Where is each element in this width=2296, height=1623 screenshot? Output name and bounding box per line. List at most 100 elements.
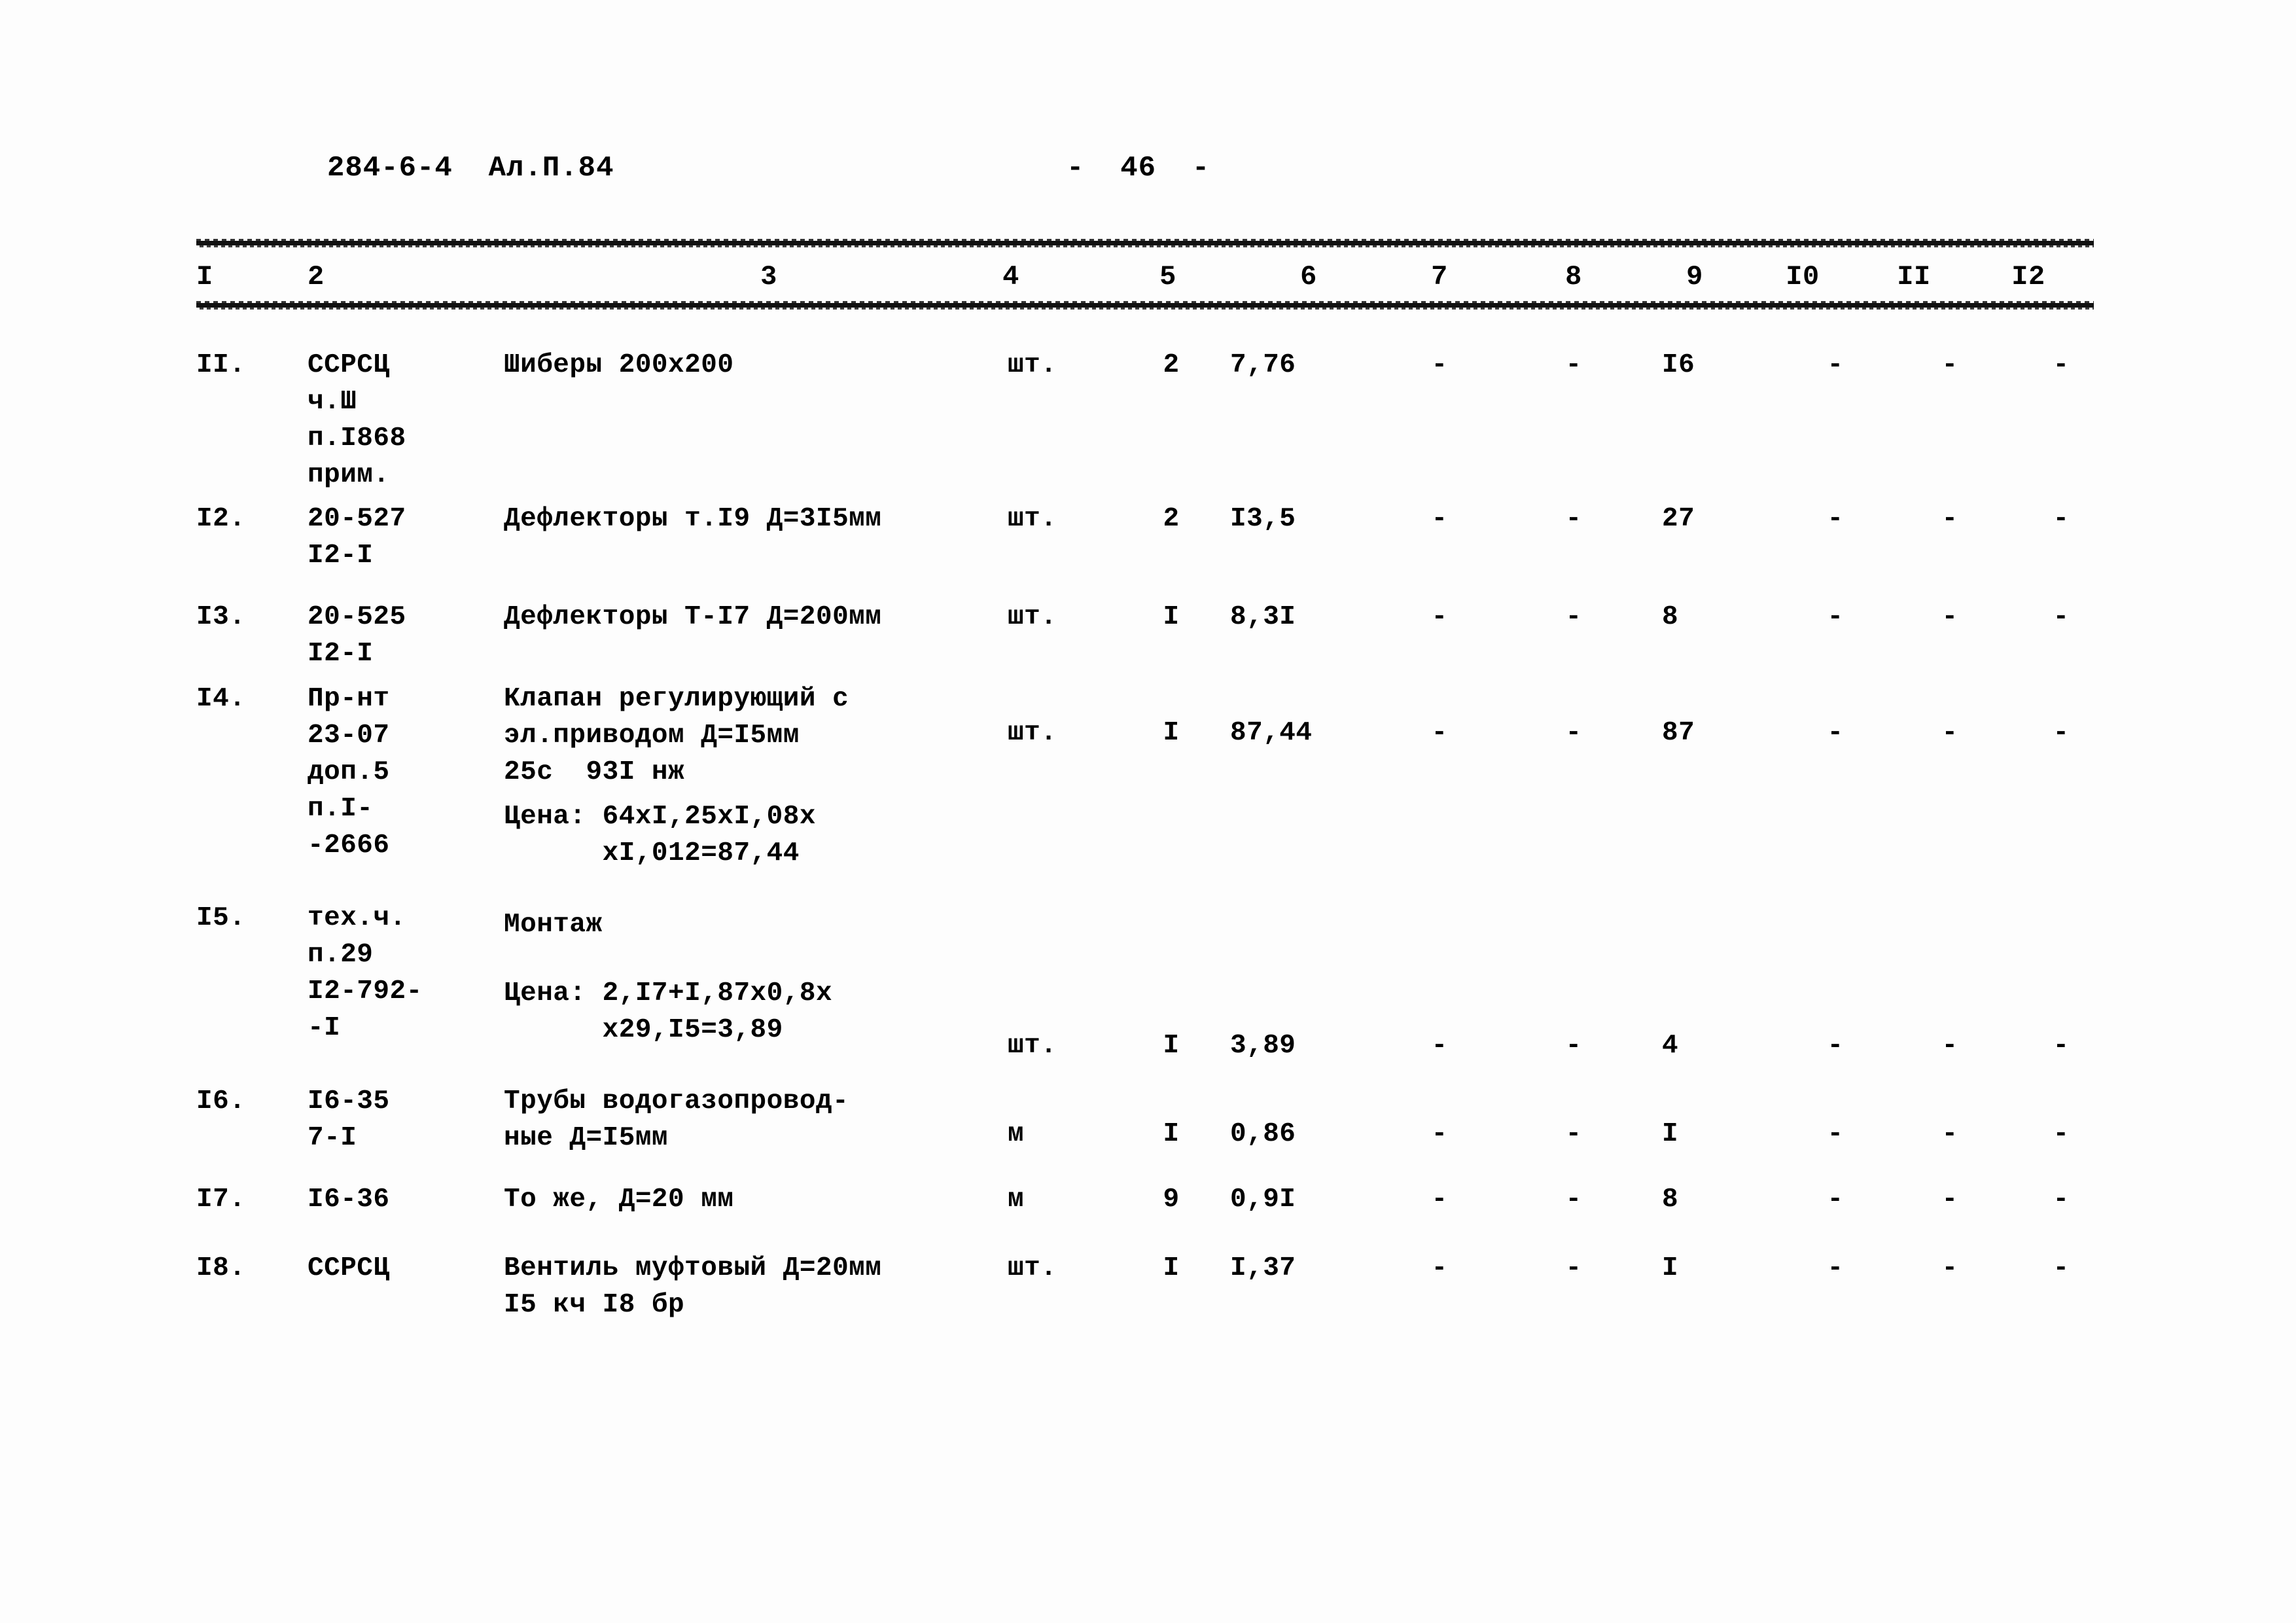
row-col11: -: [1941, 1119, 1958, 1149]
row-col10: -: [1827, 1253, 1844, 1283]
row-col9: 4: [1662, 1031, 1679, 1061]
document-page: 284-6-4 Ал.П.84 - 46 - I 2 3 4 5 6 7 8 9…: [0, 0, 2296, 1623]
row-unit: шт.: [1008, 602, 1057, 632]
row-unit: м: [1008, 1185, 1025, 1215]
row-col11: -: [1941, 504, 1958, 534]
table-row: I8.: [196, 1253, 246, 1283]
row-col12: -: [2053, 350, 2070, 380]
row-code: тех.ч. п.29 I2-792- -I: [308, 903, 423, 1043]
row-unit: м: [1008, 1119, 1025, 1149]
row-col12: -: [2053, 718, 2070, 748]
row-col11: -: [1941, 1253, 1958, 1283]
row-qty: I: [1163, 602, 1180, 632]
row-unit: шт.: [1008, 350, 1057, 380]
row-col8: -: [1565, 1253, 1582, 1283]
column-header-2: 2: [308, 261, 325, 293]
row-col9: 8: [1662, 602, 1679, 632]
row-description: Монтаж: [504, 910, 603, 940]
table-row: I6.: [196, 1086, 246, 1116]
row-col8: -: [1565, 718, 1582, 748]
row-unit: шт.: [1008, 1253, 1057, 1283]
row-col12: -: [2053, 1119, 2070, 1149]
row-col12: -: [2053, 1031, 2070, 1061]
row-code: ССРСЦ: [308, 1253, 390, 1283]
row-col8: -: [1565, 1185, 1582, 1215]
row-col10: -: [1827, 1185, 1844, 1215]
row-code: I6-36: [308, 1185, 390, 1215]
row-col8: -: [1565, 504, 1582, 534]
row-col9: I6: [1662, 350, 1695, 380]
row-qty: 9: [1163, 1185, 1180, 1215]
row-col9: 87: [1662, 718, 1695, 748]
row-col8: -: [1565, 350, 1582, 380]
row-col8: -: [1565, 1031, 1582, 1061]
row-col11: -: [1941, 350, 1958, 380]
column-header-11: II: [1897, 261, 1931, 293]
row-col7: -: [1431, 1185, 1448, 1215]
row-col7: -: [1431, 1031, 1448, 1061]
row-col9: I: [1662, 1119, 1679, 1149]
row-col9: I: [1662, 1253, 1679, 1283]
row-col11: -: [1941, 1185, 1958, 1215]
row-col10: -: [1827, 350, 1844, 380]
row-code: Пр-нт 23-07 доп.5 п.I- -2666: [308, 684, 390, 861]
row-col7: -: [1431, 602, 1448, 632]
table-row: I3.: [196, 602, 246, 632]
row-price: 0,86: [1230, 1119, 1296, 1149]
row-price: I,37: [1230, 1253, 1296, 1283]
row-unit: шт.: [1008, 1031, 1057, 1061]
row-col10: -: [1827, 1119, 1844, 1149]
row-qty: I: [1163, 1253, 1180, 1283]
row-col11: -: [1941, 718, 1958, 748]
column-header-6: 6: [1300, 261, 1317, 293]
row-col9: 8: [1662, 1185, 1679, 1215]
column-header-9: 9: [1686, 261, 1703, 293]
row-col7: -: [1431, 1119, 1448, 1149]
row-col10: -: [1827, 504, 1844, 534]
row-description: Трубы водогазопровод- ные Д=I5мм: [504, 1086, 849, 1153]
row-col10: -: [1827, 602, 1844, 632]
row-code: 20-525 I2-I: [308, 602, 406, 669]
row-qty: 2: [1163, 350, 1180, 380]
column-header-12: I2: [2011, 261, 2045, 293]
row-col7: -: [1431, 504, 1448, 534]
row-unit: шт.: [1008, 718, 1057, 748]
column-header-3: 3: [760, 261, 777, 293]
row-col12: -: [2053, 504, 2070, 534]
row-description-extra: Цена: 2,I7+I,87х0,8х х29,I5=3,89: [504, 978, 833, 1045]
row-code: 20-527 I2-I: [308, 504, 406, 571]
row-price: 7,76: [1230, 350, 1296, 380]
table-row: I5.: [196, 903, 246, 933]
table-row: I2.: [196, 504, 246, 534]
row-col7: -: [1431, 718, 1448, 748]
row-col10: -: [1827, 1031, 1844, 1061]
row-qty: I: [1163, 718, 1180, 748]
row-col7: -: [1431, 350, 1448, 380]
row-qty: I: [1163, 1031, 1180, 1061]
row-col10: -: [1827, 718, 1844, 748]
row-qty: 2: [1163, 504, 1180, 534]
row-price: 8,3I: [1230, 602, 1296, 632]
row-price: 0,9I: [1230, 1185, 1296, 1215]
row-code: ССРСЦ ч.Ш п.I868 прим.: [308, 350, 406, 490]
row-price: I3,5: [1230, 504, 1296, 534]
row-description: Клапан регулирующий с эл.приводом Д=I5мм…: [504, 684, 849, 787]
column-header-1: I: [196, 261, 213, 293]
column-header-7: 7: [1431, 261, 1448, 293]
row-col7: -: [1431, 1253, 1448, 1283]
row-description: Шиберы 200х200: [504, 350, 734, 380]
row-price: 3,89: [1230, 1031, 1296, 1061]
row-col12: -: [2053, 602, 2070, 632]
row-col8: -: [1565, 602, 1582, 632]
row-col11: -: [1941, 1031, 1958, 1061]
data-table: I 2 3 4 5 6 7 8 9 I0 II I2 II. ССРСЦ ч.Ш…: [0, 0, 2296, 1623]
column-header-5: 5: [1159, 261, 1176, 293]
row-col12: -: [2053, 1253, 2070, 1283]
row-col9: 27: [1662, 504, 1695, 534]
row-description: Дефлекторы Т-I7 Д=200мм: [504, 602, 882, 632]
row-unit: шт.: [1008, 504, 1057, 534]
column-header-10: I0: [1786, 261, 1820, 293]
row-col12: -: [2053, 1185, 2070, 1215]
row-description: Дефлекторы т.I9 Д=3I5мм: [504, 504, 882, 534]
table-row: II.: [196, 350, 246, 380]
